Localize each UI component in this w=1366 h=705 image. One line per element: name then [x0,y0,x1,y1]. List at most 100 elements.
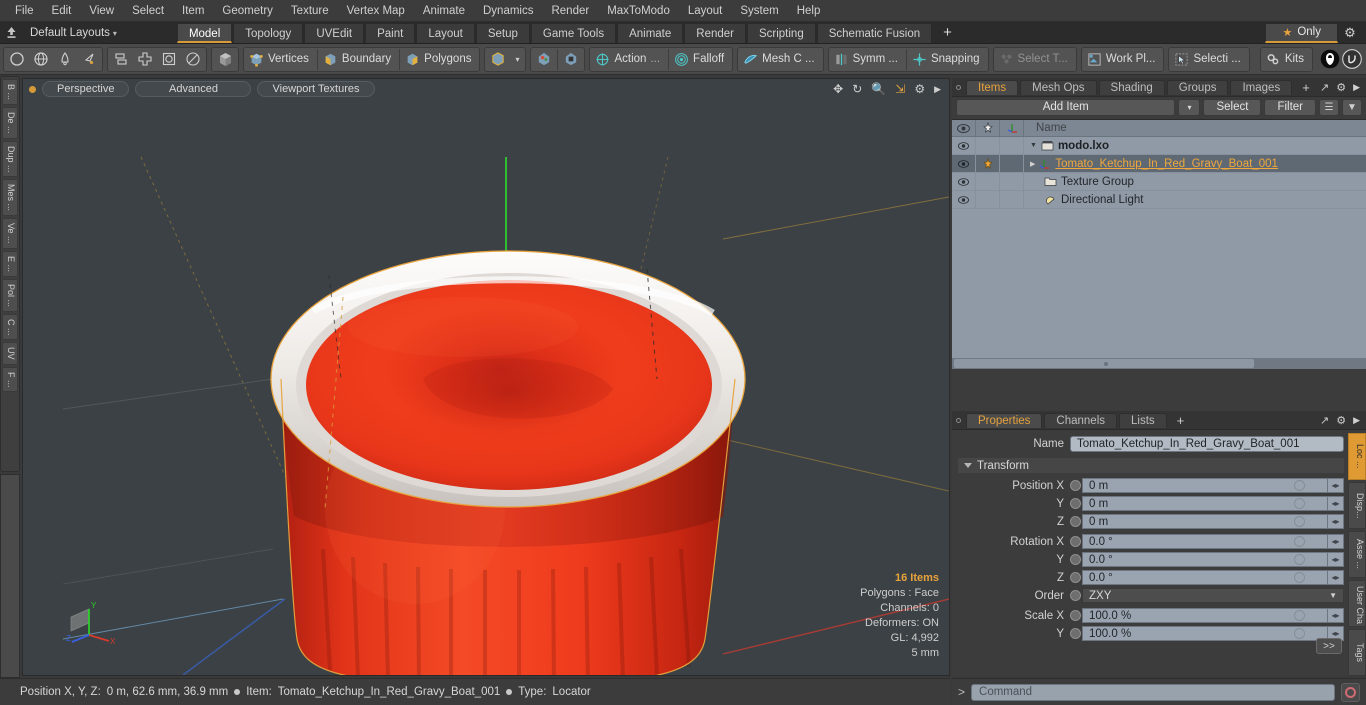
table-row[interactable]: ▶ Tomato_Ketchup_In_Red_Gravy_Boat_001 [952,154,1366,173]
add-tab-button[interactable]: + [933,23,962,43]
row-transform-cell[interactable] [976,172,1000,191]
left-tab-polygon[interactable]: Pol ... [2,278,18,312]
chevron-right-icon[interactable]: ▶ [1353,415,1360,426]
boundary-button[interactable]: Boundary [319,48,398,71]
side-tab-locator[interactable]: Loc ... [1348,433,1366,480]
table-row[interactable]: ▼ modo.lxo [952,136,1366,155]
snapping-button[interactable]: Snapping [908,48,987,71]
gear-icon[interactable]: ⚙ [914,82,925,96]
tab-uvedit[interactable]: UVEdit [304,22,365,43]
symmetry-button[interactable]: Symm ... [830,48,905,71]
globe-icon[interactable] [29,48,53,71]
row-axis-cell[interactable] [1000,136,1024,155]
row-transform-cell[interactable] [976,154,1000,173]
add-item-caret-button[interactable]: ▾ [1178,98,1201,116]
rotation-z-input[interactable]: 0.0 ° [1082,570,1328,585]
table-row[interactable]: Texture Group [952,172,1366,191]
expand-icon[interactable]: ↗ [1320,81,1329,94]
rotation-x-spinner[interactable]: ◂▸ [1328,534,1344,549]
menu-item-item[interactable]: Item [173,0,213,22]
menu-item-system[interactable]: System [731,0,787,22]
position-y-input[interactable]: 0 m [1082,496,1328,511]
position-z-input[interactable]: 0 m [1082,514,1328,529]
tab-paint[interactable]: Paint [365,22,416,43]
left-tab-vertex[interactable]: Ve ... [2,218,18,249]
menu-item-file[interactable]: File [6,0,43,22]
only-toggle-button[interactable]: ★ Only [1265,22,1338,43]
row-name-cell[interactable]: ▼ modo.lxo [1024,140,1366,152]
left-tab-mesh[interactable]: Mes ... [2,179,18,217]
filter-button[interactable]: Filter [1264,98,1316,116]
row-transform-cell[interactable] [976,136,1000,155]
channel-dot-icon[interactable] [1070,516,1081,527]
tab-channels[interactable]: Channels [1044,412,1118,428]
row-visibility-toggle[interactable] [952,154,976,173]
channel-dot-icon[interactable] [1070,498,1081,509]
table-row[interactable]: Directional Light [952,190,1366,209]
expander-icon[interactable]: ▼ [1030,142,1037,149]
tab-layout[interactable]: Layout [416,22,475,43]
menu-item-maxtomodo[interactable]: MaxToModo [598,0,679,22]
move-icon[interactable]: ✥ [833,82,843,96]
cross-icon[interactable] [133,48,157,71]
channel-dot-icon[interactable] [1070,572,1081,583]
cube-shade-icon[interactable] [213,48,237,71]
select-through-button[interactable]: Select T... [995,48,1075,71]
transform-section-header[interactable]: Transform [958,458,1344,473]
channel-dot-icon[interactable] [1070,590,1081,601]
center-pivot-icon[interactable] [532,48,556,71]
tab-model[interactable]: Model [176,22,233,43]
rotation-x-input[interactable]: 0.0 ° [1082,534,1328,549]
chevron-down-icon[interactable]: ▾ [510,55,524,64]
tab-topology[interactable]: Topology [233,22,304,43]
more-properties-button[interactable]: >> [1316,638,1342,654]
row-visibility-toggle[interactable] [952,172,976,191]
list-options-icon[interactable]: ☰ [1319,98,1339,116]
action-center-button[interactable]: Action ... [591,48,667,71]
row-visibility-toggle[interactable] [952,190,976,209]
rotation-y-input[interactable]: 0.0 ° [1082,552,1328,567]
scrollbar-thumb[interactable] [954,359,1254,368]
row-transform-cell[interactable] [976,190,1000,209]
filter-funnel-icon[interactable]: ▼ [1342,98,1362,116]
menu-item-render[interactable]: Render [542,0,598,22]
viewport-3d[interactable]: Perspective Advanced Viewport Textures ✥… [22,78,950,676]
unreal-badge-icon[interactable] [1341,48,1363,71]
left-tab-uv[interactable]: UV [2,342,18,365]
viewport-textures-dropdown[interactable]: Viewport Textures [257,81,375,97]
row-name-cell[interactable]: Directional Light [1024,194,1366,206]
home-arrow-icon[interactable] [0,23,22,43]
chevron-right-icon[interactable]: ▶ [1353,82,1360,93]
menu-item-layout[interactable]: Layout [679,0,732,22]
row-axis-cell[interactable] [1000,172,1024,191]
tab-images[interactable]: Images [1230,79,1293,95]
position-x-spinner[interactable]: ◂▸ [1328,478,1344,493]
name-field[interactable]: Tomato_Ketchup_In_Red_Gravy_Boat_001 [1070,435,1344,452]
channel-dot-icon[interactable] [1070,554,1081,565]
command-input[interactable]: Command [971,683,1335,701]
tab-scripting[interactable]: Scripting [746,22,816,43]
row-name-cell[interactable]: ▶ Tomato_Ketchup_In_Red_Gravy_Boat_001 [1024,158,1366,170]
lasso-icon[interactable] [77,48,101,71]
align-icon[interactable] [109,48,133,71]
rotate-icon[interactable]: ↻ [852,82,862,96]
side-tab-user-channels[interactable]: User Cha ... [1348,580,1366,627]
menu-item-view[interactable]: View [80,0,123,22]
modo-badge-icon[interactable] [1319,48,1341,71]
position-z-spinner[interactable]: ◂▸ [1328,514,1344,529]
pivot-icon[interactable] [559,48,583,71]
tab-lists[interactable]: Lists [1119,412,1167,428]
menu-item-texture[interactable]: Texture [282,0,338,22]
scale-x-spinner[interactable]: ◂▸ [1328,608,1344,623]
gear-icon[interactable]: ⚙ [1338,23,1362,43]
tab-render[interactable]: Render [684,22,746,43]
left-tab-fusion[interactable]: F ... [2,366,18,393]
tab-groups[interactable]: Groups [1166,79,1229,95]
selection-button[interactable]: Selecti ... [1170,48,1247,71]
viewport-perspective-dropdown[interactable]: Perspective [42,81,130,97]
menu-item-vertex-map[interactable]: Vertex Map [338,0,414,22]
menu-item-edit[interactable]: Edit [43,0,81,22]
polygons-button[interactable]: Polygons [401,48,478,71]
menu-item-animate[interactable]: Animate [414,0,474,22]
ellipse-icon[interactable] [181,48,205,71]
